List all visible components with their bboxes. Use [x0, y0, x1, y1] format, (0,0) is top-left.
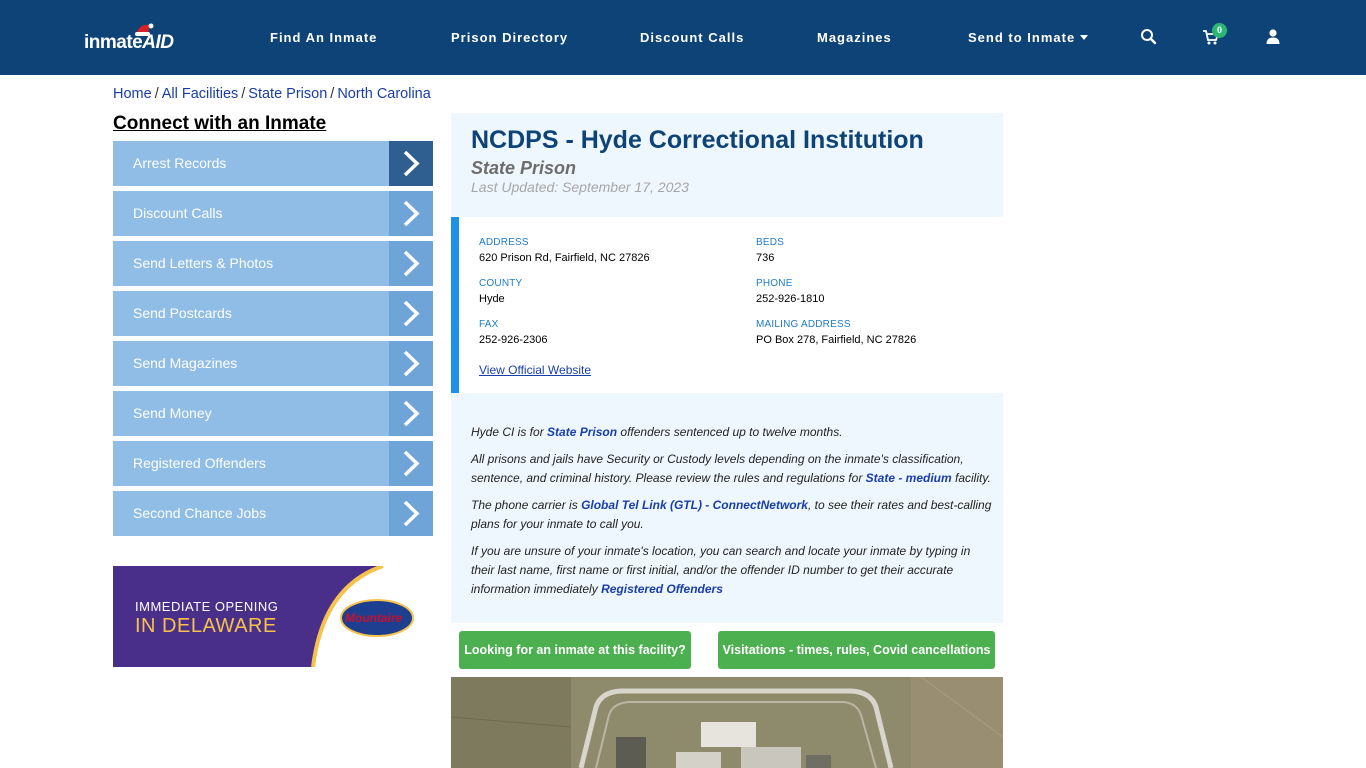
breadcrumb-separator: /	[330, 86, 335, 102]
sidebar-item-label: Second Chance Jobs	[133, 505, 267, 521]
chevron-right-icon	[389, 191, 433, 236]
sidebar-item-label: Registered Offenders	[133, 455, 266, 471]
facility-title: NCDPS - Hyde Correctional Institution	[471, 126, 924, 154]
sidebar-item-discount-calls[interactable]: Discount Calls	[113, 191, 433, 236]
address-field: ADDRESS 620 Prison Rd, Fairfield, NC 278…	[479, 237, 650, 264]
field-label: ADDRESS	[479, 237, 529, 248]
logo-text: inmateAID	[84, 32, 174, 53]
chevron-right-icon	[389, 441, 433, 486]
chevron-right-icon	[389, 391, 433, 436]
description-paragraph: All prisons and jails have Security or C…	[471, 452, 991, 485]
field-label: FAX	[479, 319, 499, 330]
nav-discount-calls[interactable]: Discount Calls	[640, 30, 744, 45]
sidebar-item-second-chance-jobs[interactable]: Second Chance Jobs	[113, 491, 433, 536]
visitations-button[interactable]: Visitations - times, rules, Covid cancel…	[718, 631, 995, 669]
nav-prison-directory[interactable]: Prison Directory	[451, 30, 568, 45]
field-value: PO Box 278, Fairfield, NC 27826	[756, 334, 917, 346]
find-inmate-at-facility-button[interactable]: Looking for an inmate at this facility?	[459, 631, 691, 669]
state-prison-link[interactable]: State Prison	[547, 425, 617, 439]
facility-panel: NCDPS - Hyde Correctional Institution St…	[451, 113, 1003, 623]
beds-field: BEDS 736	[756, 237, 784, 264]
top-navbar: inmateAID Find An Inmate Prison Director…	[0, 0, 1366, 75]
sidebar-item-label: Send Letters & Photos	[133, 255, 274, 271]
sidebar-menu: Arrest Records Discount Calls Send Lette…	[113, 141, 433, 541]
sidebar-title[interactable]: Connect with an Inmate	[113, 113, 326, 135]
breadcrumb: Home / All Facilities / State Prison / North C…	[113, 86, 431, 102]
description-paragraph: The phone carrier is Global Tel Link (GT…	[471, 498, 992, 531]
sidebar-item-send-postcards[interactable]: Send Postcards	[113, 291, 433, 336]
chevron-right-icon	[389, 491, 433, 536]
sidebar-item-registered-offenders[interactable]: Registered Offenders	[113, 441, 433, 486]
phone-carrier-link[interactable]: Global Tel Link (GTL) - ConnectNetwork	[581, 498, 808, 512]
sidebar-item-send-money[interactable]: Send Money	[113, 391, 433, 436]
aerial-photo-graphic	[451, 677, 1003, 768]
ad-brand-logo: Mountaire	[345, 611, 403, 625]
chevron-right-icon	[389, 291, 433, 336]
ad-headline-1: IMMEDIATE OPENING	[135, 599, 279, 614]
sidebar-item-label: Send Magazines	[133, 355, 238, 371]
security-level-link[interactable]: State - medium	[866, 471, 952, 485]
field-label: MAILING ADDRESS	[756, 319, 851, 330]
field-label: BEDS	[756, 237, 785, 248]
ad-headline-2: IN DELAWARE	[135, 615, 277, 637]
field-value: 620 Prison Rd, Fairfield, NC 27826	[479, 252, 650, 264]
chevron-right-icon	[389, 141, 433, 186]
facility-description: Hyde CI is for State Prison offenders se…	[471, 423, 996, 607]
chevron-right-icon	[389, 341, 433, 386]
nav-magazines[interactable]: Magazines	[817, 30, 892, 45]
facility-info-box: ADDRESS 620 Prison Rd, Fairfield, NC 278…	[451, 217, 1003, 393]
sidebar-item-arrest-records[interactable]: Arrest Records	[113, 141, 433, 186]
field-label: COUNTY	[479, 278, 523, 289]
nav-send-to-inmate-label: Send to Inmate	[968, 30, 1076, 45]
user-icon[interactable]	[1264, 28, 1282, 46]
field-value: Hyde	[479, 293, 505, 305]
breadcrumb-separator: /	[154, 86, 159, 102]
breadcrumb-north-carolina[interactable]: North Carolina	[337, 86, 431, 102]
facility-type: State Prison	[471, 158, 577, 178]
breadcrumb-state-prison[interactable]: State Prison	[248, 86, 327, 102]
county-field: COUNTY Hyde	[479, 278, 522, 305]
sidebar-item-send-magazines[interactable]: Send Magazines	[113, 341, 433, 386]
breadcrumb-separator: /	[241, 86, 246, 102]
field-label: PHONE	[756, 278, 793, 289]
cart-count-badge: 0	[1212, 23, 1227, 38]
ad-banner[interactable]: IMMEDIATE OPENING IN DELAWARE Mountaire	[113, 566, 433, 667]
sidebar-item-label: Arrest Records	[133, 155, 227, 171]
caret-down-icon	[1080, 35, 1089, 40]
field-value: 252-926-2306	[479, 334, 548, 346]
nav-send-to-inmate[interactable]: Send to Inmate	[968, 30, 1089, 45]
nav-find-an-inmate[interactable]: Find An Inmate	[270, 30, 377, 45]
breadcrumb-all-facilities[interactable]: All Facilities	[162, 86, 239, 102]
field-value: 736	[756, 252, 775, 264]
official-website-link[interactable]: View Official Website	[479, 363, 591, 377]
fax-field: FAX 252-926-2306	[479, 319, 548, 346]
site-logo[interactable]: inmateAID	[84, 20, 180, 56]
description-paragraph: Hyde CI is for State Prison offenders se…	[471, 425, 843, 439]
breadcrumb-home[interactable]: Home	[113, 86, 152, 102]
chevron-right-icon	[389, 241, 433, 286]
sidebar-item-send-letters-photos[interactable]: Send Letters & Photos	[113, 241, 433, 286]
field-value: 252-926-1810	[756, 293, 825, 305]
last-updated: Last Updated: September 17, 2023	[471, 179, 689, 195]
description-paragraph: If you are unsure of your inmate's locat…	[471, 544, 971, 596]
mailing-address-field: MAILING ADDRESS PO Box 278, Fairfield, N…	[756, 319, 916, 346]
sidebar-item-label: Send Money	[133, 405, 212, 421]
phone-field: PHONE 252-926-1810	[756, 278, 825, 305]
facility-aerial-photo	[451, 677, 1003, 768]
sidebar-item-label: Discount Calls	[133, 205, 223, 221]
sidebar-item-label: Send Postcards	[133, 305, 232, 321]
search-icon[interactable]	[1140, 28, 1158, 46]
registered-offenders-link[interactable]: Registered Offenders	[601, 582, 723, 596]
